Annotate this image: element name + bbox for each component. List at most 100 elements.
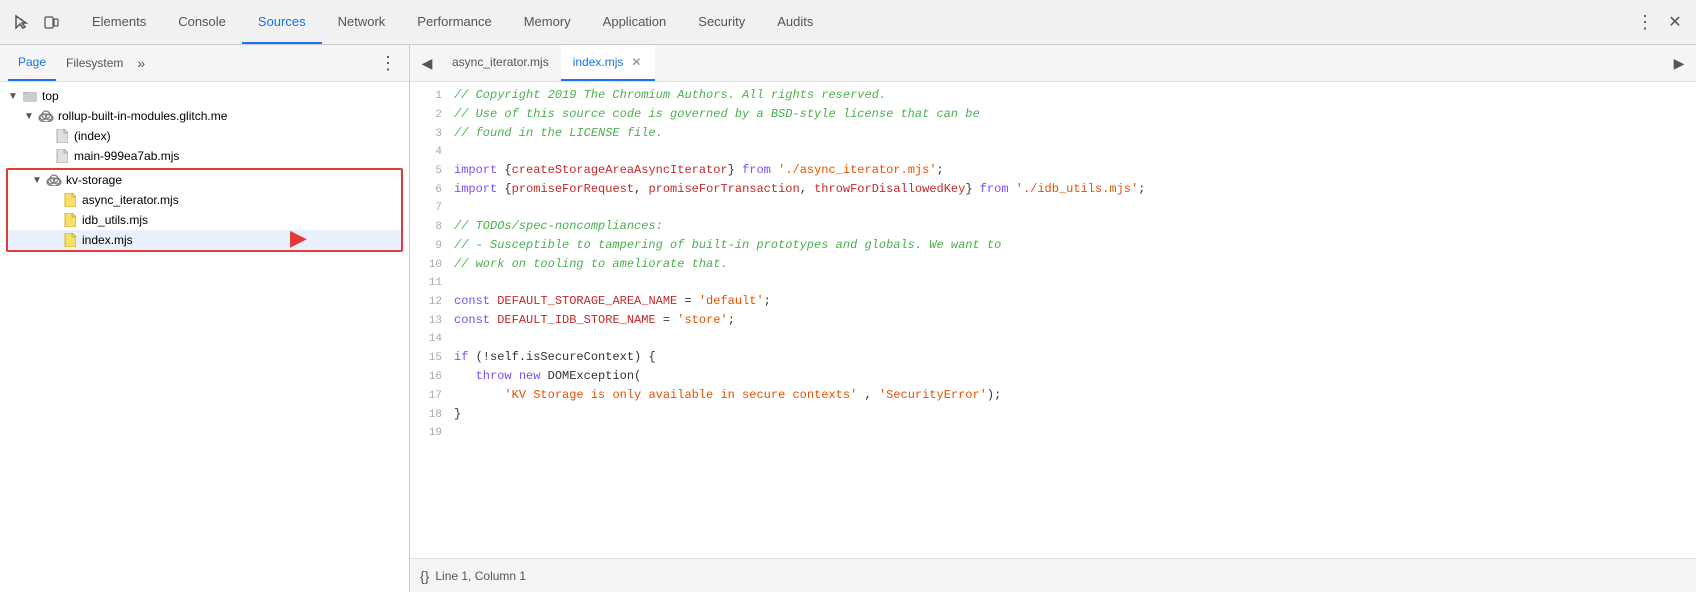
file-tab-index-mjs[interactable]: index.mjs ✕: [561, 45, 656, 81]
file-tab-async[interactable]: async_iterator.mjs: [440, 45, 561, 81]
line-num-17: 17: [410, 387, 454, 405]
file-icon-index-mjs: [62, 232, 78, 248]
file-tab-close-icon[interactable]: ✕: [629, 55, 643, 69]
line-content-8: // TODOs/spec-noncompliances:: [454, 217, 1696, 235]
line-content-16: throw new DOMException(: [454, 367, 1696, 385]
code-editor[interactable]: 1 // Copyright 2019 The Chromium Authors…: [410, 82, 1696, 558]
more-tabs-icon[interactable]: »: [137, 55, 145, 71]
file-tab-index-label: index.mjs: [573, 55, 624, 69]
line-content-2: // Use of this source code is governed b…: [454, 105, 1696, 123]
line-num-2: 2: [410, 106, 454, 124]
line-num-5: 5: [410, 162, 454, 180]
tree-label-index-mjs: index.mjs: [82, 233, 133, 247]
line-content-1: // Copyright 2019 The Chromium Authors. …: [454, 86, 1696, 104]
tab-network[interactable]: Network: [322, 0, 402, 44]
code-line-11: 11: [410, 274, 1696, 292]
tree-item-index-mjs[interactable]: ▶ index.mjs: [8, 230, 401, 250]
tree-item-host[interactable]: ▼ rollup-built-in-modules.glitch.me: [0, 106, 409, 126]
line-num-19: 19: [410, 424, 454, 442]
tab-filesystem[interactable]: Filesystem: [56, 45, 133, 81]
cloud-icon-kv: [46, 172, 62, 188]
tree-label-index: (index): [74, 129, 111, 143]
line-num-3: 3: [410, 125, 454, 143]
line-content-18: }: [454, 405, 1696, 423]
tree-item-kv[interactable]: ▼ kv-storage: [8, 170, 401, 190]
file-tree: ▼ top ▼: [0, 82, 409, 592]
tab-application[interactable]: Application: [587, 0, 683, 44]
file-icon-idb: [62, 212, 78, 228]
tree-item-top[interactable]: ▼ top: [0, 86, 409, 106]
top-toolbar: Elements Console Sources Network Perform…: [0, 0, 1696, 45]
tree-item-main[interactable]: ▶ main-999ea7ab.mjs: [0, 146, 409, 166]
code-line-13: 13 const DEFAULT_IDB_STORE_NAME = 'store…: [410, 311, 1696, 330]
code-line-8: 8 // TODOs/spec-noncompliances:: [410, 217, 1696, 236]
nav-right-icon[interactable]: ▶: [1666, 50, 1692, 76]
device-icon[interactable]: [38, 9, 64, 35]
tab-elements[interactable]: Elements: [76, 0, 162, 44]
more-options-icon[interactable]: ⋮: [1632, 9, 1658, 35]
tab-memory[interactable]: Memory: [508, 0, 587, 44]
line-num-1: 1: [410, 87, 454, 105]
line-num-12: 12: [410, 293, 454, 311]
code-line-16: 16 throw new DOMException(: [410, 367, 1696, 386]
line-num-11: 11: [410, 274, 454, 292]
line-num-16: 16: [410, 368, 454, 386]
tab-security[interactable]: Security: [682, 0, 761, 44]
code-line-17: 17 'KV Storage is only available in secu…: [410, 386, 1696, 405]
line-content-15: if (!self.isSecureContext) {: [454, 348, 1696, 366]
file-icon-index: [54, 128, 70, 144]
code-line-9: 9 // - Susceptible to tampering of built…: [410, 236, 1696, 255]
line-num-18: 18: [410, 406, 454, 424]
tab-page[interactable]: Page: [8, 45, 56, 81]
tab-audits[interactable]: Audits: [761, 0, 829, 44]
cloud-icon-host: [38, 108, 54, 124]
tree-item-index[interactable]: ▶ (index): [0, 126, 409, 146]
tree-label-host: rollup-built-in-modules.glitch.me: [58, 109, 227, 123]
file-icon-main: [54, 148, 70, 164]
left-panel-tabs: Page Filesystem » ⋮: [0, 45, 409, 82]
code-line-6: 6 import {promiseForRequest, promiseForT…: [410, 180, 1696, 199]
right-panel: ◀ async_iterator.mjs index.mjs ✕ ▶ 1 // …: [410, 45, 1696, 592]
line-content-10: // work on tooling to ameliorate that.: [454, 255, 1696, 273]
tab-sources[interactable]: Sources: [242, 0, 322, 44]
tree-label-main: main-999ea7ab.mjs: [74, 149, 179, 163]
red-arrow-annotation: ◀: [290, 225, 307, 251]
line-num-15: 15: [410, 349, 454, 367]
code-line-15: 15 if (!self.isSecureContext) {: [410, 348, 1696, 367]
tree-item-async[interactable]: ▶ async_iterator.mjs: [8, 190, 401, 210]
line-num-4: 4: [410, 143, 454, 161]
editor-tabs: ◀ async_iterator.mjs index.mjs ✕ ▶: [410, 45, 1696, 82]
inspect-icon[interactable]: [8, 9, 34, 35]
code-line-14: 14: [410, 330, 1696, 348]
code-line-7: 7: [410, 199, 1696, 217]
tree-label-kv: kv-storage: [66, 173, 122, 187]
arrow-kv: ▼: [32, 175, 46, 186]
code-line-18: 18 }: [410, 405, 1696, 424]
top-tabs: Elements Console Sources Network Perform…: [76, 0, 829, 44]
tab-console[interactable]: Console: [162, 0, 242, 44]
code-line-3: 3 // found in the LICENSE file.: [410, 124, 1696, 143]
tree-label-top: top: [42, 89, 59, 103]
folder-icon-top: [22, 88, 38, 104]
format-icon[interactable]: {}: [420, 568, 429, 584]
line-num-10: 10: [410, 256, 454, 274]
tree-label-idb: idb_utils.mjs: [82, 213, 148, 227]
line-content-17: 'KV Storage is only available in secure …: [454, 386, 1696, 404]
close-devtools-icon[interactable]: ✕: [1662, 9, 1688, 35]
line-num-6: 6: [410, 181, 454, 199]
nav-left-icon[interactable]: ◀: [414, 50, 440, 76]
tab-performance[interactable]: Performance: [401, 0, 507, 44]
line-num-9: 9: [410, 237, 454, 255]
tree-label-async: async_iterator.mjs: [82, 193, 179, 207]
code-line-4: 4: [410, 143, 1696, 161]
panel-menu-icon[interactable]: ⋮: [375, 49, 401, 78]
file-icon-async: [62, 192, 78, 208]
toolbar-icons: [8, 9, 64, 35]
line-content-13: const DEFAULT_IDB_STORE_NAME = 'store';: [454, 311, 1696, 329]
tree-item-idb[interactable]: ▶ idb_utils.mjs: [8, 210, 401, 230]
status-position: Line 1, Column 1: [435, 569, 526, 583]
code-line-1: 1 // Copyright 2019 The Chromium Authors…: [410, 86, 1696, 105]
line-num-7: 7: [410, 199, 454, 217]
line-num-14: 14: [410, 330, 454, 348]
main-layout: Page Filesystem » ⋮ ▼ top ▼: [0, 45, 1696, 592]
